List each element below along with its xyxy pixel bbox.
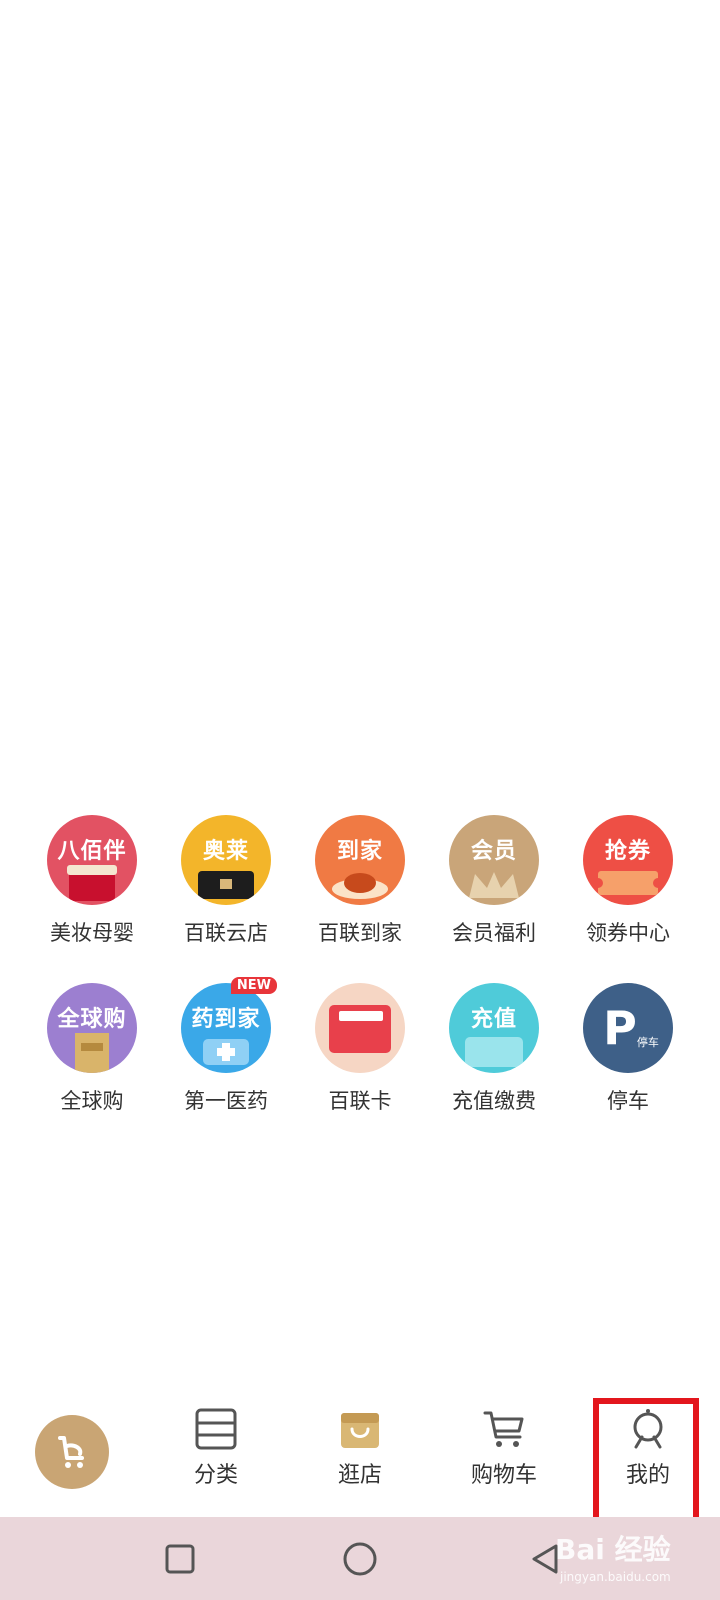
crown-icon: 会员 (449, 815, 539, 905)
parking-icon: P 停车 (583, 983, 673, 1073)
coupon-ticket-art (598, 871, 658, 895)
product-box-art (75, 1033, 109, 1073)
tab-cart[interactable]: 购物车 (432, 1395, 576, 1515)
pharmacy-icon-wrap: 药到家 NEW (181, 977, 277, 1073)
service-item-label: 会员福利 (452, 921, 536, 945)
crab-dish-icon: 到家 (315, 815, 405, 905)
watermark-url: jingyan.baidu.com (560, 1570, 671, 1584)
service-item-cloud-store[interactable]: 奥莱 百联云店 (159, 815, 293, 947)
service-grid: 八佰伴 美妆母婴 奥莱 百联云店 到家 百联到家 会员 会员福利 抢券 领券中心… (25, 815, 705, 1115)
cart-logo-glyph (58, 1436, 84, 1468)
bottom-tab-bar: 分类 逛店 购物车 我的 (0, 1395, 720, 1515)
tab-label: 分类 (193, 1463, 238, 1488)
service-item-label: 第一医药 (184, 1089, 268, 1113)
service-icon-title: 抢券 (604, 839, 651, 864)
app-screen: 八佰伴 美妆母婴 奥莱 百联云店 到家 百联到家 会员 会员福利 抢券 领券中心… (0, 0, 720, 1600)
shopping-cart-logo-icon (35, 1415, 109, 1489)
recent-apps-button[interactable] (150, 1517, 210, 1600)
service-item-label: 领券中心 (586, 921, 670, 945)
cream-jar-art (67, 865, 117, 901)
service-item-pharmacy[interactable]: 药到家 NEW 第一医药 (159, 977, 293, 1115)
tab-browse-store[interactable]: 逛店 (288, 1395, 432, 1515)
gift-card-icon (315, 983, 405, 1073)
home-circle-icon (343, 1542, 377, 1575)
service-icon-title: 到家 (336, 839, 383, 864)
service-item-label: 停车 (607, 1089, 649, 1113)
service-icon-title: 药到家 (191, 1007, 261, 1032)
black-bag-art (198, 871, 254, 899)
recharge-card-art (465, 1037, 523, 1067)
new-badge: NEW (230, 977, 277, 994)
red-card-art (329, 1005, 391, 1053)
profile-icon (633, 1409, 663, 1449)
watermark-logo: Bai 经验 (555, 1533, 671, 1566)
tab-label: 我的 (625, 1463, 670, 1488)
service-grid-row-1: 八佰伴 美妆母婴 奥莱 百联云店 到家 百联到家 会员 会员福利 抢券 领券中心 (25, 815, 705, 947)
service-item-coupon-center[interactable]: 抢券 领券中心 (561, 815, 695, 947)
medical-cross-art (203, 1039, 249, 1065)
service-item-parking[interactable]: P 停车 停车 (561, 983, 695, 1115)
parking-sub: 停车 (636, 1036, 659, 1049)
tab-category[interactable]: 分类 (144, 1395, 288, 1515)
service-item-label: 百联到家 (318, 921, 402, 945)
shopping-bag-icon (341, 1413, 379, 1448)
service-item-label: 充值缴费 (452, 1089, 536, 1113)
tab-label: 购物车 (470, 1463, 537, 1488)
tab-home[interactable] (0, 1395, 144, 1515)
coupon-icon: 抢券 (583, 815, 673, 905)
service-item-label: 美妆母婴 (50, 921, 134, 945)
home-button[interactable] (330, 1517, 390, 1600)
tab-label: 逛店 (337, 1463, 382, 1488)
parking-letter: P (603, 1001, 637, 1055)
crown-art (469, 872, 519, 898)
cart-icon (483, 1411, 524, 1447)
service-item-beauty-baby[interactable]: 八佰伴 美妆母婴 (25, 815, 159, 947)
service-grid-row-2: 全球购 全球购 药到家 NEW 第一医药 百联卡 充值 充值缴费 P 停车 停车 (25, 977, 705, 1115)
service-icon-title: 会员 (470, 839, 517, 864)
service-item-home-delivery[interactable]: 到家 百联到家 (293, 815, 427, 947)
service-item-bailian-card[interactable]: 百联卡 (293, 983, 427, 1115)
global-box-icon: 全球购 (47, 983, 137, 1073)
crab-plate-art (332, 873, 388, 899)
service-icon-title: 奥莱 (202, 839, 249, 864)
content-blank-area (0, 0, 720, 810)
service-item-member-benefits[interactable]: 会员 会员福利 (427, 815, 561, 947)
service-item-global-shopping[interactable]: 全球购 全球购 (25, 983, 159, 1115)
cosmetics-icon: 八佰伴 (47, 815, 137, 905)
service-icon-title: 八佰伴 (57, 839, 127, 864)
handbag-icon: 奥莱 (181, 815, 271, 905)
recent-apps-icon (165, 1544, 195, 1573)
recharge-card-icon: 充值 (449, 983, 539, 1073)
tab-mine[interactable]: 我的 (576, 1395, 720, 1515)
service-item-label: 百联卡 (328, 1089, 392, 1113)
service-item-recharge[interactable]: 充值 充值缴费 (427, 983, 561, 1115)
service-icon-title: 全球购 (57, 1007, 127, 1032)
service-icon-title: 充值 (470, 1007, 517, 1032)
medicine-icon: 药到家 (181, 983, 271, 1073)
category-list-icon (195, 1408, 237, 1450)
service-item-label: 全球购 (60, 1089, 124, 1113)
service-item-label: 百联云店 (184, 921, 268, 945)
